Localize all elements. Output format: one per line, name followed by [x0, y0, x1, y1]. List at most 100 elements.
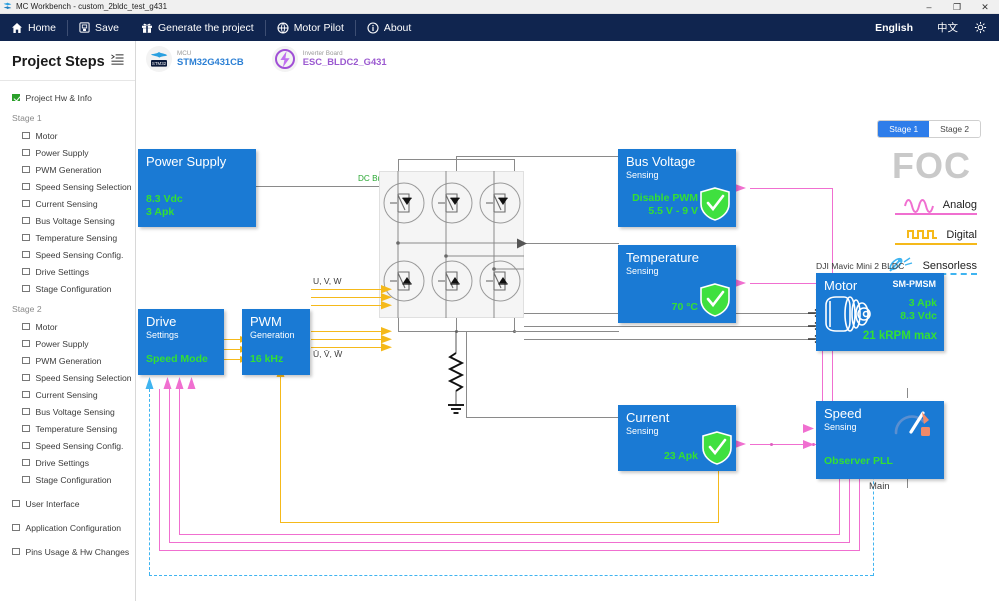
checkbox-icon[interactable] [22, 340, 30, 348]
sidebar-item-s2-speed-sensing-config[interactable]: Speed Sensing Config. [0, 437, 135, 454]
maximize-button[interactable]: ❐ [943, 0, 971, 14]
sidebar-item-application-configuration[interactable]: Application Configuration [0, 519, 135, 536]
checkbox-icon[interactable] [22, 459, 30, 467]
sidebar-item-s2-current-sensing[interactable]: Current Sensing [0, 386, 135, 403]
sidebar-item-s2-speed-sensing-selection[interactable]: Speed Sensing Selection [0, 369, 135, 386]
wire-pwm-gate-4 [311, 331, 381, 332]
sidebar-item-label: Current Sensing [36, 390, 98, 400]
mcu-chip[interactable]: STM32 MCU STM32G431CB [146, 46, 244, 72]
speed-sensing-box[interactable]: Speed Sensing Observer PLL [816, 401, 944, 479]
checkbox-icon[interactable] [22, 323, 30, 331]
sidebar-item-label: Speed Sensing Config. [36, 441, 124, 451]
sidebar-item-s1-bus-voltage-sensing[interactable]: Bus Voltage Sensing [0, 212, 135, 229]
language-chinese-button[interactable]: 中文 [925, 20, 970, 35]
checkbox-icon[interactable] [22, 442, 30, 450]
arrow-busv-out [734, 181, 750, 195]
info-icon [367, 22, 379, 34]
toolbar-home-button[interactable]: Home [0, 14, 67, 41]
checkbox-icon[interactable] [22, 149, 30, 157]
sidebar-item-s2-temperature-sensing[interactable]: Temperature Sensing [0, 420, 135, 437]
sidebar-item-s1-temperature-sensing[interactable]: Temperature Sensing [0, 229, 135, 246]
sidebar-item-s2-bus-voltage-sensing[interactable]: Bus Voltage Sensing [0, 403, 135, 420]
shield-check-icon [702, 431, 732, 470]
checkbox-icon[interactable] [22, 200, 30, 208]
wire-pink-return-2 [169, 542, 849, 543]
sidebar-item-s2-power-supply[interactable]: Power Supply [0, 335, 135, 352]
minimize-button[interactable]: – [915, 0, 943, 14]
sidebar-item-s1-power-supply[interactable]: Power Supply [0, 144, 135, 161]
wire-yellow-loop-bottom [280, 522, 718, 523]
sidebar-item-s1-pwm-generation[interactable]: PWM Generation [0, 161, 135, 178]
wire-temp-pink-h [750, 283, 822, 284]
motor-box[interactable]: Motor SM-PMSM 3 Apk 8.3 Vdc 21 kRPM max [816, 273, 944, 351]
checkbox-icon[interactable] [22, 132, 30, 140]
tab-stage-1[interactable]: Stage 1 [878, 121, 929, 137]
sidebar-item-project-hw-info[interactable]: Project Hw & Info [0, 89, 135, 106]
checkbox-icon[interactable] [22, 166, 30, 174]
toolbar-motor-pilot-button[interactable]: Motor Pilot [266, 14, 355, 41]
sidebar-item-pins-usage-hw-changes[interactable]: Pins Usage & Hw Changes [0, 543, 135, 560]
wire-pwm-gate-1 [311, 289, 381, 290]
motor-values: 3 Apk 8.3 Vdc [900, 297, 937, 323]
checkbox-icon[interactable] [22, 391, 30, 399]
tab-stage-2[interactable]: Stage 2 [929, 121, 980, 137]
checkbox-icon[interactable] [22, 183, 30, 191]
wire-sensorless-bottom-h [149, 575, 873, 576]
spacer [0, 536, 135, 543]
checkbox-icon[interactable] [12, 500, 20, 508]
temperature-sensing-box[interactable]: Temperature Sensing 70 °C [618, 245, 736, 323]
wire-phase-v [524, 326, 815, 327]
sidebar-item-s1-speed-sensing-selection[interactable]: Speed Sensing Selection [0, 178, 135, 195]
temperature-subtitle: Sensing [626, 266, 659, 276]
speed-title: Speed [824, 406, 862, 421]
close-button[interactable]: ✕ [971, 0, 999, 14]
sidebar-item-user-interface[interactable]: User Interface [0, 495, 135, 512]
checkbox-icon[interactable] [12, 94, 20, 102]
checkbox-icon[interactable] [12, 548, 20, 556]
toolbar-save-button[interactable]: Save [68, 14, 130, 41]
sidebar-item-s2-motor[interactable]: Motor [0, 318, 135, 335]
sidebar-item-s1-stage-configuration[interactable]: Stage Configuration [0, 280, 135, 297]
sidebar-item-s2-pwm-generation[interactable]: PWM Generation [0, 352, 135, 369]
gear-icon[interactable] [970, 21, 999, 34]
wire-current-in [466, 417, 619, 418]
checkbox-icon[interactable] [22, 268, 30, 276]
globe-icon [277, 22, 289, 34]
current-sensing-box[interactable]: Current Sensing 23 Apk [618, 405, 736, 471]
body-wrapper: Project Steps Project Hw & Info Stage 1 … [0, 41, 999, 601]
checkbox-icon[interactable] [22, 251, 30, 259]
sidebar-item-s1-drive-settings[interactable]: Drive Settings [0, 263, 135, 280]
sidebar-item-s2-stage-configuration[interactable]: Stage Configuration [0, 471, 135, 488]
drive-settings-box[interactable]: Drive Settings Speed Mode [138, 309, 224, 375]
checkbox-icon[interactable] [22, 234, 30, 242]
toolbar-generate-button[interactable]: Generate the project [130, 14, 265, 41]
checkbox-icon[interactable] [22, 285, 30, 293]
bus-voltage-sensing-box[interactable]: Bus Voltage Sensing Disable PWM 5.5 V - … [618, 149, 736, 227]
list-indent-icon[interactable] [111, 53, 124, 71]
inverter-chip[interactable]: Inverter Board ESC_BLDC2_G431 [272, 46, 387, 72]
checkbox-icon[interactable] [12, 524, 20, 532]
pink-junction-dot-1 [770, 443, 773, 446]
language-english-button[interactable]: English [863, 22, 925, 34]
checkbox-icon[interactable] [22, 408, 30, 416]
mcu-name-label: STM32G431CB [177, 57, 244, 68]
checkbox-icon[interactable] [22, 476, 30, 484]
sidebar-item-s1-speed-sensing-config[interactable]: Speed Sensing Config. [0, 246, 135, 263]
checkbox-icon[interactable] [22, 357, 30, 365]
pwm-generation-box[interactable]: PWM Generation 16 kHz [242, 309, 310, 375]
sidebar-item-label: Speed Sensing Selection [36, 182, 132, 192]
checkbox-icon[interactable] [22, 217, 30, 225]
board-header: STM32 MCU STM32G431CB Inverter Board ESC… [146, 46, 387, 72]
checkbox-icon[interactable] [22, 374, 30, 382]
sidebar-item-s2-drive-settings[interactable]: Drive Settings [0, 454, 135, 471]
arrow-temp-left [514, 237, 528, 250]
sidebar-item-label: Temperature Sensing [36, 233, 118, 243]
toolbar-about-button[interactable]: About [356, 14, 422, 41]
power-supply-box[interactable]: Power Supply 8.3 Vdc 3 Apk [138, 149, 256, 227]
pwm-generation-title: PWM [250, 314, 282, 329]
sidebar-group-stage1: Stage 1 [0, 110, 135, 127]
sidebar-item-s1-current-sensing[interactable]: Current Sensing [0, 195, 135, 212]
speed-subtitle: Sensing [824, 422, 857, 432]
checkbox-icon[interactable] [22, 425, 30, 433]
sidebar-item-s1-motor[interactable]: Motor [0, 127, 135, 144]
